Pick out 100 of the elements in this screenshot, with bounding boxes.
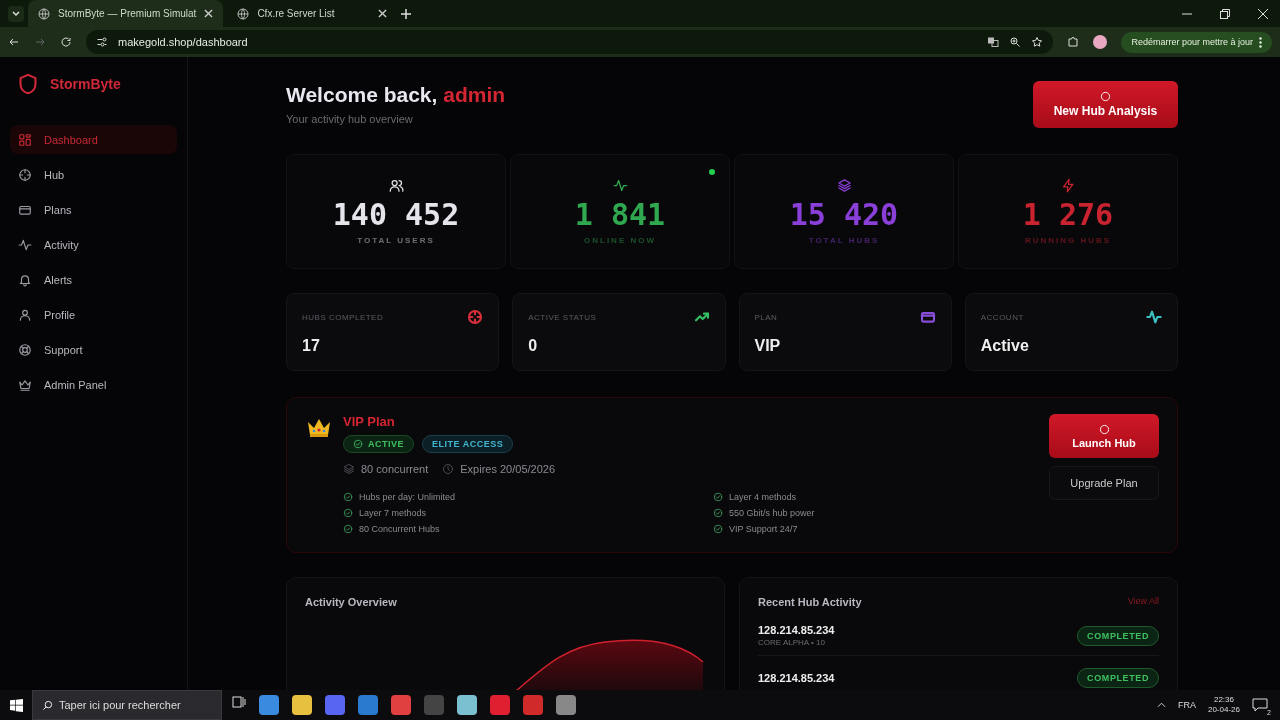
more-icon xyxy=(1259,36,1262,48)
taskbar-search-field[interactable]: Taper ici pour rechercher xyxy=(32,690,222,720)
zoom-icon[interactable] xyxy=(1009,36,1022,48)
card-value: 0 xyxy=(528,337,539,355)
stat-value: 140 452 xyxy=(332,197,460,232)
taskbar-app-icon[interactable] xyxy=(490,695,510,715)
notification-icon[interactable] xyxy=(1252,698,1268,712)
grid-icon xyxy=(18,132,32,147)
check-circle-icon xyxy=(713,492,723,502)
check-circle-icon xyxy=(343,508,353,518)
back-icon[interactable] xyxy=(8,36,20,48)
sidebar-item[interactable]: Hub xyxy=(10,160,177,189)
taskbar-app-icon[interactable] xyxy=(556,695,576,715)
layers-icon xyxy=(343,463,355,475)
welcome-heading: Welcome back, admin xyxy=(286,83,506,107)
bell-icon xyxy=(18,272,32,287)
crown-icon xyxy=(18,377,32,392)
card-label: PLAN xyxy=(754,312,778,322)
check-circle-icon xyxy=(713,524,723,534)
launch-button[interactable]: Launch Hub xyxy=(1049,414,1159,458)
taskbar-app-icon[interactable] xyxy=(523,695,543,715)
card-label: HUBS COMPLETED xyxy=(302,312,384,322)
close-icon[interactable] xyxy=(1258,8,1268,19)
new-analysis-button[interactable]: New Hub Analysis xyxy=(1033,81,1178,128)
profile-avatar[interactable] xyxy=(1093,35,1108,49)
ip-address: 128.214.85.234 xyxy=(758,624,835,636)
stat-label: TOTAL USERS xyxy=(357,236,435,245)
check-circle-icon xyxy=(343,524,353,534)
chevron-up-icon[interactable] xyxy=(1156,702,1166,708)
browser-tab[interactable]: StormByte — Premium Simulat xyxy=(28,0,224,27)
translate-icon[interactable] xyxy=(987,36,1000,48)
restore-icon[interactable] xyxy=(1220,8,1230,19)
feature-item: Hubs per day: Unlimited xyxy=(343,489,713,505)
pulse-icon xyxy=(18,237,32,252)
close-icon[interactable] xyxy=(378,9,388,18)
globe-icon xyxy=(237,7,250,20)
taskbar-app-icon[interactable] xyxy=(325,695,345,715)
sidebar-item[interactable]: Activity xyxy=(10,230,177,259)
sidebar-item[interactable]: Profile xyxy=(10,300,177,329)
task-view-icon[interactable] xyxy=(232,695,246,709)
stat-label: TOTAL HUBS xyxy=(808,236,880,245)
windows-start-icon[interactable] xyxy=(9,698,23,712)
shield-icon xyxy=(18,73,38,95)
taskbar-app-icon[interactable] xyxy=(292,695,312,715)
sidebar-item[interactable]: Support xyxy=(10,335,177,364)
address-bar[interactable]: makegold.shop/dashboard xyxy=(86,30,1054,54)
taskbar-app-icon[interactable] xyxy=(358,695,378,715)
upgrade-button[interactable]: Upgrade Plan xyxy=(1049,466,1159,500)
forward-icon[interactable] xyxy=(34,36,46,48)
stat-label: RUNNING HUBS xyxy=(1024,236,1112,245)
plan-title: VIP Plan xyxy=(343,414,396,429)
users-icon xyxy=(388,178,404,193)
new-tab-icon[interactable] xyxy=(401,8,412,19)
stat-value: 1 276 xyxy=(1022,197,1114,232)
extensions-icon[interactable] xyxy=(1067,36,1080,48)
check-circle-icon xyxy=(713,508,723,518)
status-badge: COMPLETED xyxy=(1077,625,1159,646)
layers-icon xyxy=(836,178,852,193)
globe-icon xyxy=(38,7,50,20)
card-label: ACCOUNT xyxy=(980,312,1024,322)
taskbar-app-icon[interactable] xyxy=(457,695,477,715)
star-icon[interactable] xyxy=(1031,36,1044,48)
site-settings-icon[interactable] xyxy=(96,36,108,48)
feature-item: Layer 7 methods xyxy=(343,505,713,521)
browser-tab[interactable]: Cfx.re Server List xyxy=(227,0,398,27)
update-button[interactable]: Redémarrer pour mettre à jour xyxy=(1121,31,1272,53)
search-icon xyxy=(42,700,53,711)
lifebuoy-icon xyxy=(18,342,32,357)
sidebar-item[interactable]: Alerts xyxy=(10,265,177,294)
concurrent-info: 80 concurrent xyxy=(343,463,429,475)
language-indicator[interactable]: FRA xyxy=(1177,700,1196,710)
tier-badge: ELITE ACCESS xyxy=(422,435,514,453)
brand-name: StormByte xyxy=(50,76,121,92)
feature-item: 550 Gbit/s hub power xyxy=(713,505,1037,521)
stat-value: 15 420 xyxy=(789,197,899,232)
status-badge: ACTIVE xyxy=(343,435,414,453)
clock-icon xyxy=(442,463,455,475)
chevron-down-icon xyxy=(12,10,20,17)
sidebar-item[interactable]: Plans xyxy=(10,195,177,224)
card-title: Activity Overview xyxy=(305,596,398,608)
card-value: VIP xyxy=(754,337,782,355)
taskbar-app-icon[interactable] xyxy=(391,695,411,715)
taskbar-clock[interactable]: 22:36 20-04-26 xyxy=(1207,695,1240,715)
sidebar-item[interactable]: Admin Panel xyxy=(10,370,177,399)
page-subtitle: Your activity hub overview xyxy=(286,113,414,125)
sidebar-item[interactable]: Dashboard xyxy=(10,125,177,154)
check-circle-icon xyxy=(343,492,353,502)
hub-detail: CORE ALPHA • 10 xyxy=(758,638,826,647)
crown-icon xyxy=(307,418,331,438)
status-badge: COMPLETED xyxy=(1077,668,1159,688)
reload-icon[interactable] xyxy=(60,36,72,48)
card-value: 17 xyxy=(302,337,321,355)
card-title: Recent Hub Activity xyxy=(758,596,862,608)
close-icon[interactable] xyxy=(204,9,214,18)
tab-search-button[interactable] xyxy=(8,5,24,22)
taskbar-app-icon[interactable] xyxy=(259,695,279,715)
stat-label: ONLINE NOW xyxy=(584,236,656,245)
expiry-info: Expires 20/05/2026 xyxy=(442,463,556,475)
card-label: ACTIVE STATUS xyxy=(528,312,597,322)
check-circle-icon xyxy=(353,439,363,449)
